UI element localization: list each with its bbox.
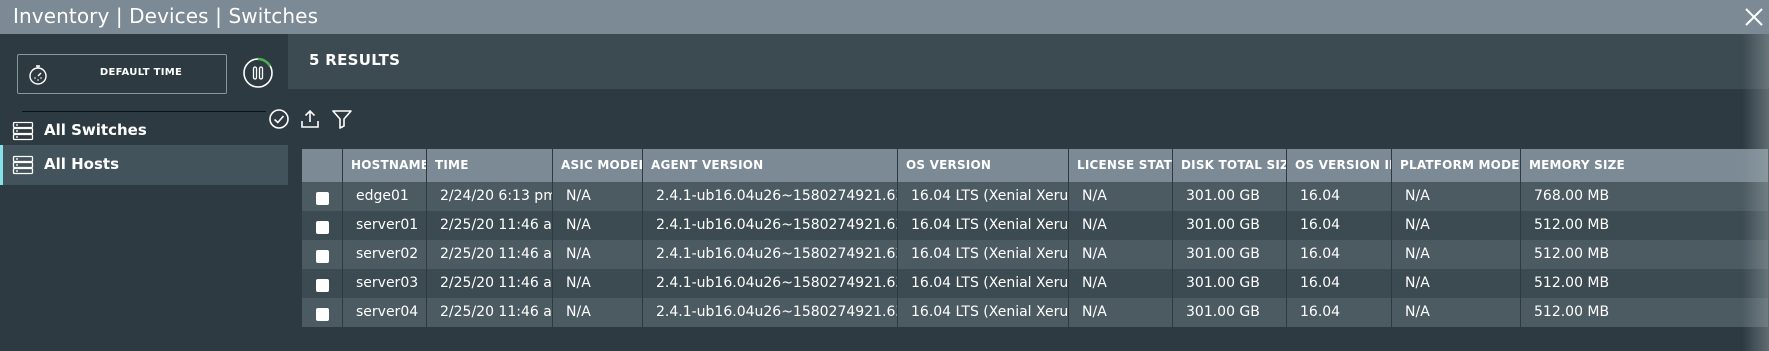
table-cell: 16.04	[1287, 240, 1392, 269]
table-cell: 2.4.1-ub16.04u26~1580274921.63cf8a4	[643, 182, 898, 211]
column-header[interactable]: HOSTNAME	[343, 149, 427, 182]
table-cell: 301.00 GB	[1173, 269, 1287, 298]
table-cell: N/A	[1069, 182, 1173, 211]
main-content: 5 RESULTS HOSTNAME TIME ASIC MODEL AGENT VE…	[269, 34, 1769, 351]
table-row[interactable]: edge01 2/24/20 6:13 pm N/A 2.4.1-ub16.04u26…	[302, 182, 1769, 211]
table-cell: N/A	[1069, 298, 1173, 327]
row-checkbox[interactable]	[316, 279, 329, 292]
row-checkbox[interactable]	[316, 308, 329, 321]
sidebar-item-label: All Switches	[44, 121, 147, 139]
hosts-table: HOSTNAME TIME ASIC MODEL AGENT VERSION OS VE…	[302, 149, 1769, 327]
table-cell: N/A	[553, 182, 643, 211]
table-cell: 301.00 GB	[1173, 240, 1287, 269]
title-bar: Inventory | Devices | Switches	[0, 0, 1769, 34]
column-header[interactable]: ASIC MODEL	[553, 149, 643, 182]
row-select-cell	[302, 182, 343, 211]
results-bar: 5 RESULTS	[288, 34, 1769, 89]
table-cell: 301.00 GB	[1173, 182, 1287, 211]
table-cell: N/A	[1069, 240, 1173, 269]
stopwatch-icon	[29, 65, 47, 85]
table-row[interactable]: server03 2/25/20 11:46 am N/A 2.4.1-ub16.04…	[302, 269, 1769, 298]
table-cell: edge01	[343, 182, 427, 211]
table-cell: 512.00 MB	[1521, 269, 1769, 298]
filter-funnel-icon[interactable]	[330, 107, 354, 131]
column-header[interactable]: LICENSE STATE	[1069, 149, 1173, 182]
table-cell: N/A	[1392, 269, 1521, 298]
table-cell: server03	[343, 269, 427, 298]
table-cell: 16.04	[1287, 298, 1392, 327]
column-header[interactable]: AGENT VERSION	[643, 149, 898, 182]
table-cell: 512.00 MB	[1521, 211, 1769, 240]
table-cell: 2/25/20 11:46 am	[427, 269, 553, 298]
column-header[interactable]: OS VERSION ID	[1287, 149, 1392, 182]
table-cell: 2.4.1-ub16.04u26~1580274921.63cf8a4	[643, 211, 898, 240]
row-checkbox[interactable]	[316, 192, 329, 205]
table-cell: 301.00 GB	[1173, 298, 1287, 327]
table-body: edge01 2/24/20 6:13 pm N/A 2.4.1-ub16.04u26…	[302, 182, 1769, 327]
table-cell: N/A	[1392, 240, 1521, 269]
close-icon[interactable]	[1742, 5, 1766, 29]
table-cell: N/A	[553, 211, 643, 240]
server-stack-icon	[12, 155, 34, 175]
column-header[interactable]: MEMORY SIZE	[1521, 149, 1769, 182]
row-select-cell	[302, 240, 343, 269]
table-header: HOSTNAME TIME ASIC MODEL AGENT VERSION OS VE…	[302, 149, 1769, 182]
column-header[interactable]: DISK TOTAL SIZE	[1173, 149, 1287, 182]
select-all-check-icon[interactable]	[267, 107, 291, 131]
table-cell: server01	[343, 211, 427, 240]
table-cell: N/A	[553, 240, 643, 269]
window-title: Inventory | Devices | Switches	[13, 4, 319, 28]
table-cell: 2/25/20 11:46 am	[427, 211, 553, 240]
table-cell: 768.00 MB	[1521, 182, 1769, 211]
pause-icon[interactable]	[241, 56, 275, 90]
table-cell: 2.4.1-ub16.04u26~1580274921.63cf8a4	[643, 240, 898, 269]
default-time-label: DEFAULT TIME	[99, 67, 183, 78]
table-cell: N/A	[1069, 269, 1173, 298]
results-count: 5 RESULTS	[309, 51, 401, 69]
table-row[interactable]: server01 2/25/20 11:46 am N/A 2.4.1-ub16.04…	[302, 211, 1769, 240]
sidebar-item-label: All Hosts	[44, 155, 119, 173]
table-cell: 16.04 LTS (Xenial Xerus)	[898, 240, 1069, 269]
header-select-column	[302, 149, 343, 182]
table-cell: N/A	[1069, 211, 1173, 240]
table-cell: 2.4.1-ub16.04u26~1580274921.63cf8a4	[643, 269, 898, 298]
column-header[interactable]: PLATFORM MODEL	[1392, 149, 1521, 182]
table-cell: N/A	[1392, 182, 1521, 211]
table-cell: server02	[343, 240, 427, 269]
table-cell: N/A	[553, 298, 643, 327]
sidebar-item-all-hosts[interactable]: All Hosts	[0, 145, 288, 185]
export-upload-icon[interactable]	[298, 107, 322, 131]
table-cell: 2/24/20 6:13 pm	[427, 182, 553, 211]
row-select-cell	[302, 298, 343, 327]
row-select-cell	[302, 211, 343, 240]
table-cell: N/A	[553, 269, 643, 298]
table-cell: 16.04	[1287, 269, 1392, 298]
server-stack-icon	[12, 121, 34, 141]
table-cell: 2/25/20 11:46 am	[427, 298, 553, 327]
row-checkbox[interactable]	[316, 250, 329, 263]
table-cell: 16.04	[1287, 182, 1392, 211]
default-time-button[interactable]: DEFAULT TIME	[17, 54, 227, 94]
table-cell: 512.00 MB	[1521, 298, 1769, 327]
table-row[interactable]: server02 2/25/20 11:46 am N/A 2.4.1-ub16.04…	[302, 240, 1769, 269]
table-cell: server04	[343, 298, 427, 327]
table-cell: 2/25/20 11:46 am	[427, 240, 553, 269]
row-select-cell	[302, 269, 343, 298]
table-cell: N/A	[1392, 211, 1521, 240]
table-cell: N/A	[1392, 298, 1521, 327]
table-cell: 16.04 LTS (Xenial Xerus)	[898, 269, 1069, 298]
sidebar: DEFAULT TIME All Switches All Hosts	[0, 34, 288, 351]
table-cell: 512.00 MB	[1521, 240, 1769, 269]
table-cell: 2.4.1-ub16.04u26~1580274921.63cf8a4	[643, 298, 898, 327]
row-checkbox[interactable]	[316, 221, 329, 234]
column-header[interactable]: TIME	[427, 149, 553, 182]
table-cell: 16.04 LTS (Xenial Xerus)	[898, 182, 1069, 211]
table-cell: 16.04 LTS (Xenial Xerus)	[898, 211, 1069, 240]
table-cell: 16.04 LTS (Xenial Xerus)	[898, 298, 1069, 327]
table-cell: 16.04	[1287, 211, 1392, 240]
table-cell: 301.00 GB	[1173, 211, 1287, 240]
table-row[interactable]: server04 2/25/20 11:46 am N/A 2.4.1-ub16.04…	[302, 298, 1769, 327]
column-header[interactable]: OS VERSION	[898, 149, 1069, 182]
